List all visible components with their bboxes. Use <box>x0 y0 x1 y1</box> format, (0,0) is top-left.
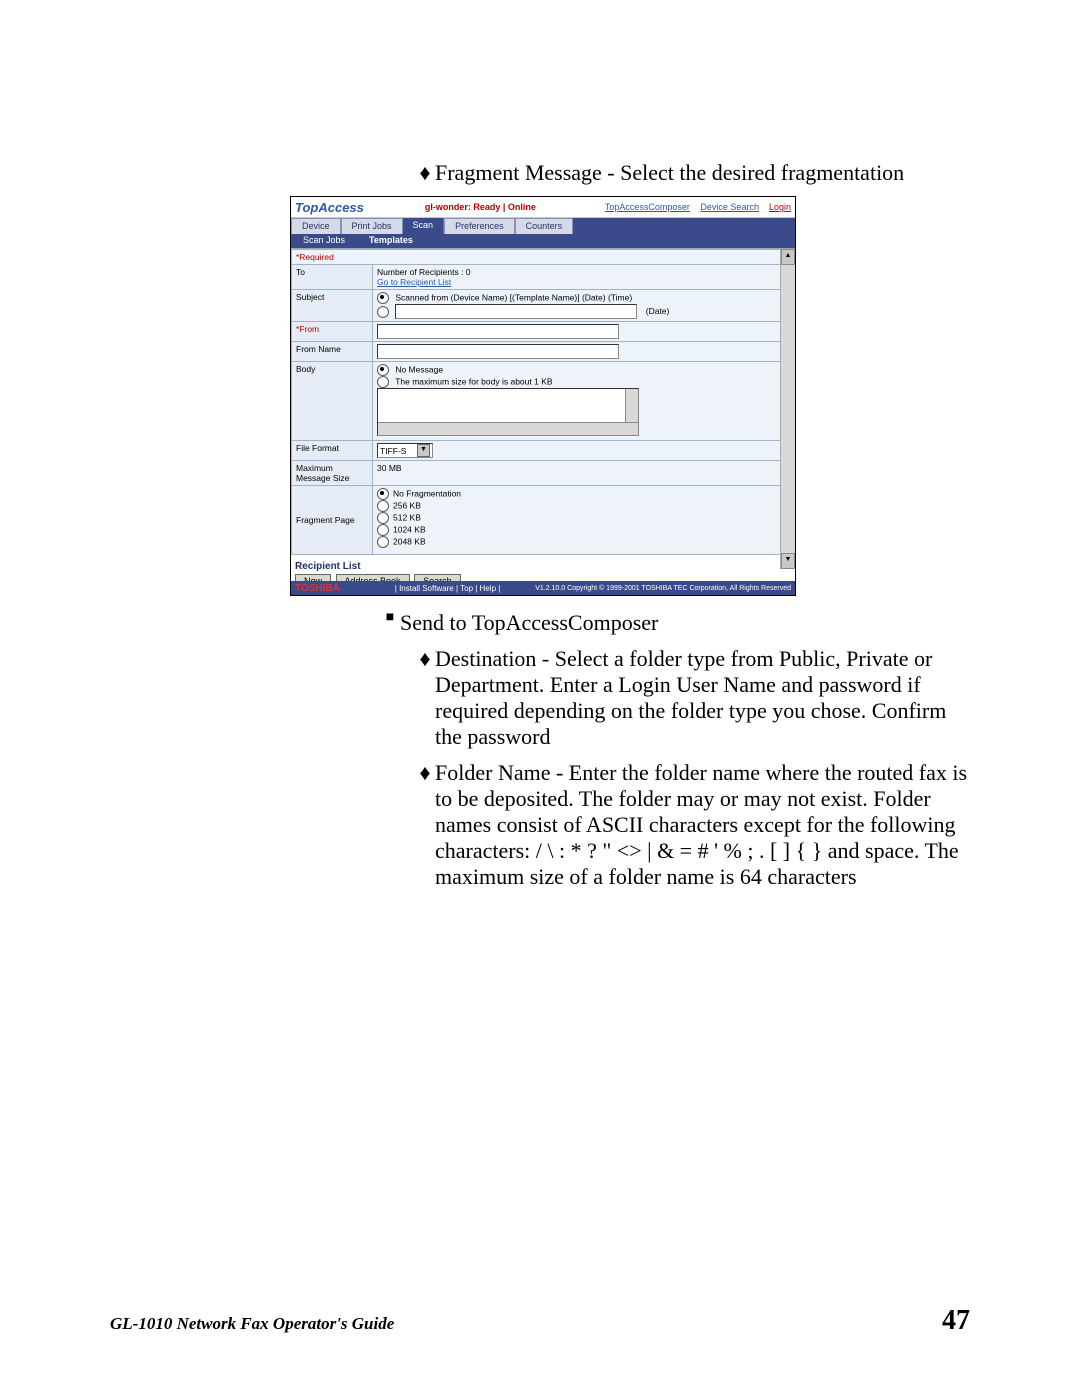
fileformat-value: TIFF-S <box>380 446 406 456</box>
label-body: Body <box>292 362 373 441</box>
subject-date-label: (Date) <box>646 306 670 316</box>
topaccess-footer: TOSHIBA | Install Software | Top | Help … <box>291 581 795 595</box>
settings-table: *Required To Number of Recipients : 0 Go… <box>291 249 781 555</box>
nav-printjobs[interactable]: Print Jobs <box>341 218 403 234</box>
footer-guide-title: GL-1010 Network Fax Operator's Guide <box>110 1314 394 1334</box>
nav-counters[interactable]: Counters <box>515 218 574 234</box>
footer-center-links[interactable]: | Install Software | Top | Help | <box>395 584 501 593</box>
radio-frag-none[interactable] <box>377 488 389 500</box>
subnav-templates[interactable]: Templates <box>357 234 425 248</box>
device-status: gl-wonder: Ready | Online <box>425 202 536 212</box>
link-recipient-list[interactable]: Go to Recipient List <box>377 277 451 287</box>
required-note: *Required <box>292 250 781 265</box>
label-fromname: From Name <box>292 342 373 362</box>
radio-frag-2048[interactable] <box>377 536 389 548</box>
recipients-count: Number of Recipients : 0 <box>377 267 471 277</box>
frag-opt-3: 1024 KB <box>393 524 426 534</box>
cell-fileformat: TIFF-S ▼ <box>373 441 781 461</box>
diamond-bullet-icon: ♦ <box>415 760 435 890</box>
fragment-intro: ♦ Fragment Message - Select the desired … <box>415 160 970 186</box>
topaccess-header: TopAccess gl-wonder: Ready | Online TopA… <box>291 197 795 218</box>
cell-maxsize: 30 MB <box>373 461 781 486</box>
scroll-up-icon[interactable]: ▲ <box>781 249 795 265</box>
section-heading-row: ■ Send to TopAccessComposer <box>380 610 970 636</box>
fromname-input[interactable] <box>377 344 619 359</box>
label-to: To <box>292 265 373 290</box>
chevron-down-icon: ▼ <box>417 444 430 457</box>
frag-opt-0: No Fragmentation <box>393 488 461 498</box>
bullet-destination: ♦ Destination - Select a folder type fro… <box>415 646 970 750</box>
frag-opt-1: 256 KB <box>393 500 421 510</box>
cell-fromname <box>373 342 781 362</box>
label-maxsize: Maximum Message Size <box>292 461 373 486</box>
diamond-bullet-icon: ♦ <box>415 646 435 750</box>
cell-subject: Scanned from (Device Name) [(Template Na… <box>373 290 781 322</box>
nav-scan[interactable]: Scan <box>403 218 445 234</box>
body-textarea[interactable] <box>377 388 639 436</box>
textarea-hscroll-icon[interactable] <box>378 422 638 435</box>
radio-frag-1024[interactable] <box>377 524 389 536</box>
radio-frag-256[interactable] <box>377 500 389 512</box>
diamond-bullet-icon: ♦ <box>415 160 435 186</box>
radio-frag-512[interactable] <box>377 512 389 524</box>
cell-fragpage: No Fragmentation 256 KB 512 KB 1024 KB 2… <box>373 486 781 555</box>
label-fragpage: Fragment Page <box>292 486 373 555</box>
frag-opt-2: 512 KB <box>393 512 421 522</box>
body-none-text: No Message <box>395 364 443 374</box>
page-footer: GL-1010 Network Fax Operator's Guide 47 <box>110 1305 970 1337</box>
section-heading-text: Send to TopAccessComposer <box>400 610 658 635</box>
square-bullet-icon: ■ <box>380 610 400 636</box>
label-from: *From <box>292 322 373 342</box>
topaccess-screenshot: TopAccess gl-wonder: Ready | Online TopA… <box>290 196 796 596</box>
from-input[interactable] <box>377 324 619 339</box>
footer-brand: TOSHIBA <box>295 583 340 594</box>
radio-subject-custom[interactable] <box>377 306 389 318</box>
form-scrollbar[interactable]: ▲ ▼ <box>780 249 795 569</box>
nav-device[interactable]: Device <box>291 218 341 234</box>
link-composer[interactable]: TopAccessComposer <box>605 202 690 212</box>
fragment-intro-text: Fragment Message - Select the desired fr… <box>435 160 904 185</box>
topaccess-logo: TopAccess <box>295 200 364 215</box>
radio-body-none[interactable] <box>377 364 389 376</box>
main-nav: Device Print Jobs Scan Preferences Count… <box>291 218 795 234</box>
frag-opt-4: 2048 KB <box>393 536 426 546</box>
recipient-list-heading: Recipient List <box>291 555 795 574</box>
cell-to: Number of Recipients : 0 Go to Recipient… <box>373 265 781 290</box>
nav-preferences[interactable]: Preferences <box>444 218 515 234</box>
link-login[interactable]: Login <box>769 202 791 212</box>
link-device-search[interactable]: Device Search <box>700 202 759 212</box>
footer-copyright: V1.2.10.0 Copyright © 1999-2001 TOSHIBA … <box>535 585 791 592</box>
subject-input[interactable] <box>395 304 637 319</box>
subject-template-text: Scanned from (Device Name) [(Template Na… <box>395 292 632 302</box>
col-lastname[interactable]: ▼Last Name <box>317 595 475 596</box>
body-msg-text: The maximum size for body is about 1 KB <box>395 376 552 386</box>
cell-from <box>373 322 781 342</box>
col-firstname[interactable]: First Name <box>475 595 633 596</box>
cell-body: No Message The maximum size for body is … <box>373 362 781 441</box>
subnav-scanjobs[interactable]: Scan Jobs <box>291 234 357 248</box>
radio-body-msg[interactable] <box>377 376 389 388</box>
label-fileformat: File Format <box>292 441 373 461</box>
scroll-down-icon[interactable]: ▼ <box>781 553 795 569</box>
col-email[interactable]: Email Address <box>632 595 790 596</box>
label-subject: Subject <box>292 290 373 322</box>
bullet-destination-text: Destination - Select a folder type from … <box>435 646 946 749</box>
radio-subject-template[interactable] <box>377 292 389 304</box>
fileformat-select[interactable]: TIFF-S ▼ <box>377 443 433 458</box>
sub-nav: Scan Jobs Templates <box>291 234 795 248</box>
footer-page-number: 47 <box>942 1305 970 1337</box>
header-links: TopAccessComposer Device Search <box>597 202 759 212</box>
bullet-foldername: ♦ Folder Name - Enter the folder name wh… <box>415 760 970 890</box>
bullet-foldername-text: Folder Name - Enter the folder name wher… <box>435 760 967 889</box>
form-area: ▲ ▼ *Required To Number of Recipients : … <box>291 248 795 569</box>
